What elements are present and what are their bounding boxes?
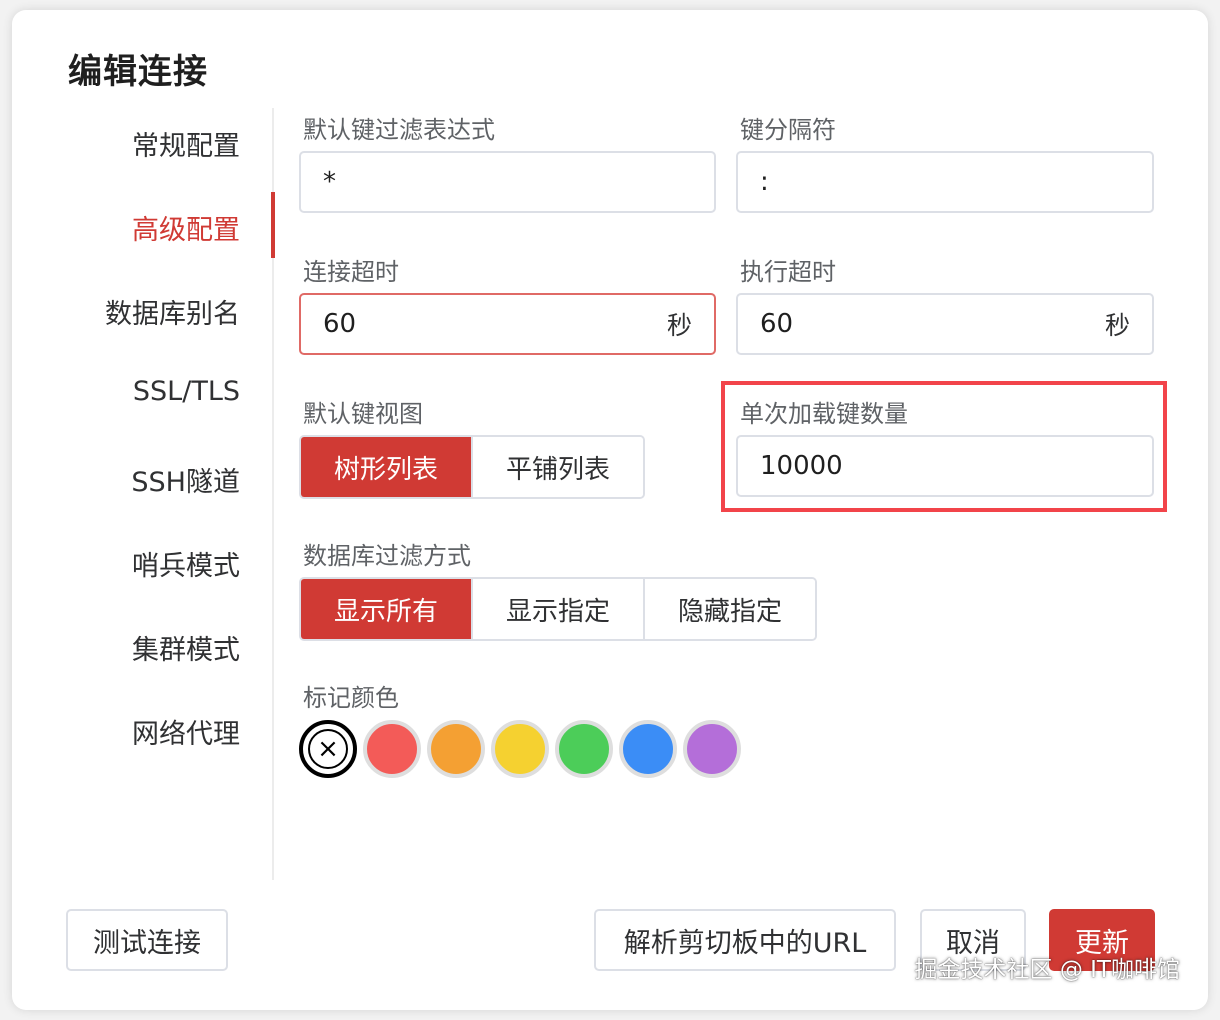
sidebar-item-sentinel[interactable]: 哨兵模式 xyxy=(132,544,240,583)
db-filter-toggle: 显示所有 显示指定 隐藏指定 xyxy=(299,577,817,641)
key-filter-value: * xyxy=(323,167,336,197)
color-swatch-orange[interactable] xyxy=(427,720,485,778)
close-icon: × xyxy=(308,729,348,769)
key-filter-input[interactable]: * xyxy=(299,151,716,213)
db-filter-label: 数据库过滤方式 xyxy=(303,542,471,570)
db-filter-show-all-button[interactable]: 显示所有 xyxy=(301,579,473,639)
conn-timeout-unit: 秒 xyxy=(666,311,692,340)
conn-timeout-label: 连接超时 xyxy=(303,258,399,286)
exec-timeout-unit: 秒 xyxy=(1104,311,1130,340)
settings-sidebar: 常规配置 高级配置 数据库别名 SSL/TLS SSH隧道 哨兵模式 集群模式 … xyxy=(12,108,275,880)
key-view-flat-button[interactable]: 平铺列表 xyxy=(473,437,643,497)
sidebar-item-db-alias[interactable]: 数据库别名 xyxy=(105,292,240,331)
key-separator-label: 键分隔符 xyxy=(740,116,836,144)
db-filter-show-selected-button[interactable]: 显示指定 xyxy=(473,579,645,639)
key-separator-value: : xyxy=(760,167,769,197)
conn-timeout-value: 60 xyxy=(323,309,357,339)
sidebar-item-advanced[interactable]: 高级配置 xyxy=(132,208,240,247)
color-swatch-green[interactable] xyxy=(555,720,613,778)
annotation-highlight-box xyxy=(721,381,1167,512)
color-swatch-yellow[interactable] xyxy=(491,720,549,778)
key-view-label: 默认键视图 xyxy=(303,400,423,428)
key-view-toggle: 树形列表 平铺列表 xyxy=(299,435,645,499)
sidebar-item-proxy[interactable]: 网络代理 xyxy=(132,712,240,751)
db-filter-hide-selected-button[interactable]: 隐藏指定 xyxy=(645,579,815,639)
conn-timeout-input[interactable]: 60 秒 xyxy=(299,293,716,355)
exec-timeout-value: 60 xyxy=(760,309,794,339)
color-swatch-purple[interactable] xyxy=(683,720,741,778)
exec-timeout-label: 执行超时 xyxy=(740,258,836,286)
color-swatch-group: × xyxy=(299,720,747,778)
active-tab-indicator xyxy=(271,192,275,258)
sidebar-item-cluster[interactable]: 集群模式 xyxy=(132,628,240,667)
color-swatch-red[interactable] xyxy=(363,720,421,778)
key-view-tree-button[interactable]: 树形列表 xyxy=(301,437,473,497)
exec-timeout-input[interactable]: 60 秒 xyxy=(736,293,1154,355)
key-filter-label: 默认键过滤表达式 xyxy=(303,116,495,144)
parse-clipboard-url-button[interactable]: 解析剪切板中的URL xyxy=(594,909,896,971)
sidebar-item-ssl[interactable]: SSL/TLS xyxy=(133,376,240,407)
mark-color-label: 标记颜色 xyxy=(303,684,399,712)
edit-connection-dialog: 编辑连接 常规配置 高级配置 数据库别名 SSL/TLS SSH隧道 哨兵模式 … xyxy=(12,10,1208,1010)
color-swatch-blue[interactable] xyxy=(619,720,677,778)
watermark-text: 掘金技术社区 @ IT咖啡馆 xyxy=(914,957,1180,983)
sidebar-item-general[interactable]: 常规配置 xyxy=(132,124,240,163)
color-swatch-none[interactable]: × xyxy=(299,720,357,778)
test-connection-button[interactable]: 测试连接 xyxy=(66,909,228,971)
dialog-title: 编辑连接 xyxy=(68,52,208,92)
key-separator-input[interactable]: : xyxy=(736,151,1154,213)
sidebar-item-ssh[interactable]: SSH隧道 xyxy=(131,460,240,499)
